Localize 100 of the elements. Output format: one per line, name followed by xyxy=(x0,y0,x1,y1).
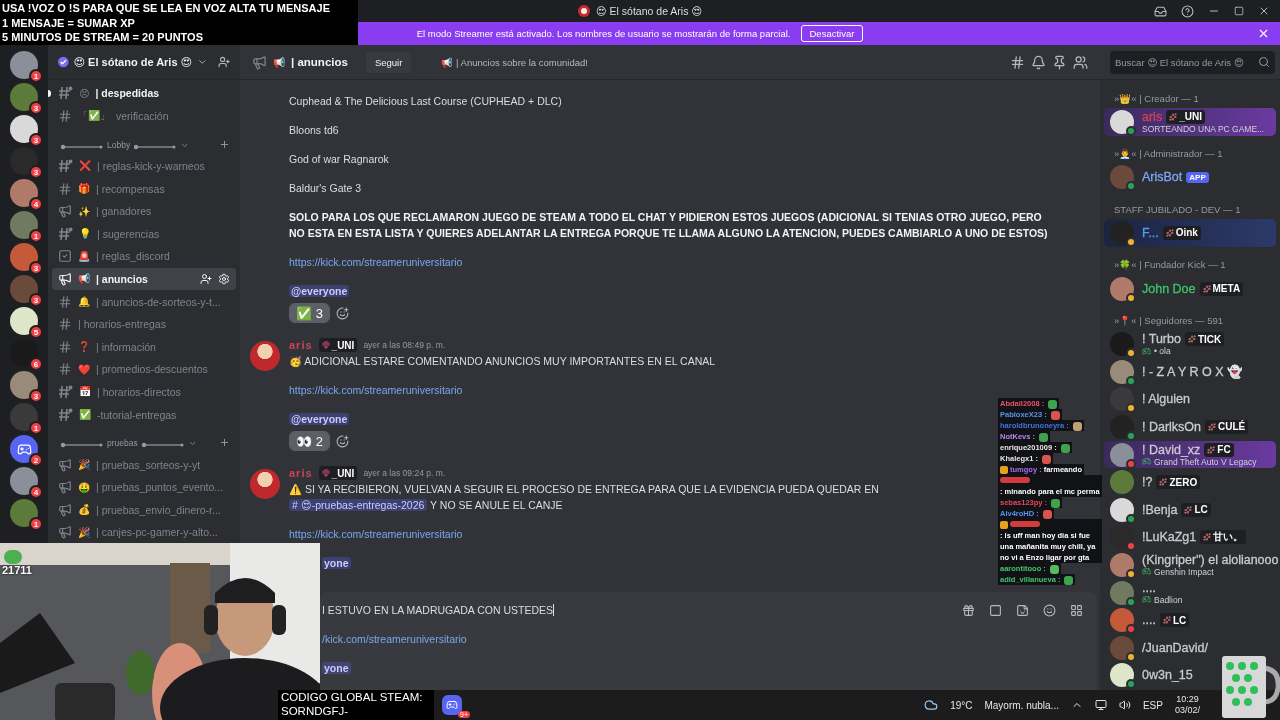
channel-item[interactable]: ✅ -tutorial-entregas xyxy=(52,403,236,426)
channel-link[interactable]: # 😍-pruebas-entregas-2026 xyxy=(289,499,428,511)
add-reaction-icon[interactable] xyxy=(335,434,349,448)
pin-icon[interactable] xyxy=(1052,54,1067,70)
everyone-mention[interactable]: yone xyxy=(322,557,351,569)
help-icon[interactable] xyxy=(1181,4,1194,18)
category-label[interactable]: pruebas xyxy=(107,438,138,449)
channel-item[interactable]: ❓ | información xyxy=(52,335,236,359)
gift-icon[interactable] xyxy=(962,603,975,617)
message-link[interactable]: https://kick.com/streameruniversitario xyxy=(289,256,463,268)
display-icon[interactable] xyxy=(1094,699,1107,711)
everyone-mention[interactable]: @everyone xyxy=(289,413,350,425)
message-link[interactable]: /kick.com/streameruniversitario xyxy=(322,633,467,645)
channel-item[interactable]: 🤑 | pruebas_puntos_evento... xyxy=(52,475,236,499)
bell-icon[interactable] xyxy=(1031,54,1046,70)
gamepad-icon xyxy=(1142,346,1151,356)
message-input[interactable]: I ESTUVO EN LA MADRUGADA CON USTEDES /kick.com/streameruniversitario yone xyxy=(320,592,1097,690)
settings-icon[interactable] xyxy=(218,272,230,285)
member-item[interactable]: F... Oink xyxy=(1104,219,1276,247)
clock[interactable]: 10:29 03/02/ xyxy=(1174,694,1200,716)
member-item[interactable]: (Kingriper") el alolianooo Genshin Impact xyxy=(1104,551,1276,579)
member-name: ! David_xz xyxy=(1142,442,1201,457)
member-item[interactable]: /JuanDavid/ xyxy=(1104,633,1276,662)
weather-icon xyxy=(924,698,939,712)
forecast-text[interactable]: Mayorm. nubla... xyxy=(984,699,1059,711)
search-field[interactable]: Buscar 😍 El sótano de Aris 😍 xyxy=(1110,50,1275,74)
sticker-icon[interactable] xyxy=(1016,603,1029,617)
notification-badge: 3 xyxy=(29,133,43,147)
category-label[interactable]: Lobby xyxy=(107,139,131,150)
add-channel-icon[interactable] xyxy=(219,437,230,449)
maximize-icon[interactable] xyxy=(1234,6,1244,16)
follow-button[interactable]: Seguir xyxy=(365,51,412,73)
banner-text: El modo Streamer está activado. Los nombres de usuario se mostrarán de forma parcial. xyxy=(416,28,791,39)
channel-item[interactable]: 「✅」 verificación xyxy=(52,104,236,128)
hash-icon xyxy=(58,86,73,101)
channel-emoji: 📢 xyxy=(273,56,285,68)
threads-icon[interactable] xyxy=(1010,54,1025,70)
member-item[interactable]: .... Badlion xyxy=(1104,578,1276,607)
channel-title: | anuncios xyxy=(291,56,348,68)
channel-name: | despedidas xyxy=(95,87,160,100)
channel-item[interactable]: 🎉 | pruebas_sorteos-y-yt xyxy=(52,453,236,476)
weather-text[interactable]: 19°C xyxy=(950,699,973,711)
member-item[interactable]: ! Alguien xyxy=(1104,385,1276,414)
reaction-button[interactable]: 👀 2 xyxy=(289,431,330,451)
invite-icon[interactable] xyxy=(200,272,212,285)
members-icon[interactable] xyxy=(1073,54,1088,70)
channel-name: verificación xyxy=(116,109,169,122)
message-link[interactable]: https://kick.com/streameruniversitario xyxy=(289,384,463,396)
member-item[interactable]: 0w3n_15 xyxy=(1104,661,1276,690)
language-indicator[interactable]: ESP xyxy=(1142,699,1163,711)
gamepad-icon xyxy=(16,441,32,457)
channel-topic: 📢 | Anuncios sobre la comunidad! xyxy=(441,56,588,68)
volume-icon[interactable] xyxy=(1118,699,1131,711)
hash-icon xyxy=(58,159,73,173)
close-icon[interactable] xyxy=(1257,27,1270,40)
invite-icon[interactable] xyxy=(217,55,230,69)
member-item[interactable]: ArisBot APP xyxy=(1104,163,1276,192)
channel-item[interactable]: 🎁 | recompensas xyxy=(52,177,236,200)
channel-item[interactable]: 🎉 | canjes-pc-gamer-y-alto... xyxy=(52,521,236,544)
member-item[interactable]: !Benja LC xyxy=(1104,495,1276,524)
tag-label: ZERO xyxy=(1169,476,1198,488)
member-item[interactable]: ! - Z A Y R O X 👻 xyxy=(1104,357,1276,386)
tag-label: LC xyxy=(1172,614,1187,626)
gamepad-icon xyxy=(1142,567,1151,577)
channel-item[interactable]: 💰 | pruebas_envio_dinero-r... xyxy=(52,498,236,522)
member-activity: Genshin Impact xyxy=(1154,566,1214,577)
channel-item[interactable]: 📅 | horarios-directos xyxy=(52,380,236,404)
disable-button[interactable]: Desactivar xyxy=(800,25,864,42)
channel-item[interactable]: 📢 | anuncios xyxy=(52,267,236,291)
member-item[interactable]: John Doe META xyxy=(1104,274,1276,303)
message-link[interactable]: https://kick.com/streameruniversitario xyxy=(289,528,463,540)
channel-item[interactable]: ❤ | promedios-descuentos xyxy=(52,358,236,381)
member-item[interactable]: !? ZERO xyxy=(1104,468,1276,496)
message-text: Bloons td6 xyxy=(289,124,339,136)
everyone-mention[interactable]: yone xyxy=(322,662,351,674)
add-reaction-icon[interactable] xyxy=(335,306,349,320)
everyone-mention[interactable]: @everyone xyxy=(289,285,350,297)
add-channel-icon[interactable] xyxy=(219,138,230,150)
channel-item[interactable]: 💡 | sugerencias xyxy=(52,222,236,246)
member-item[interactable]: ! Turbo TICK • ola xyxy=(1104,330,1276,358)
code-text: CODIGO GLOBAL STEAM: xyxy=(281,690,424,704)
emoji-icon[interactable] xyxy=(1043,603,1056,617)
inbox-icon[interactable] xyxy=(1154,4,1167,18)
member-item[interactable]: !LuKaZg1 甘い。 xyxy=(1104,523,1276,552)
taskbar-app[interactable] xyxy=(442,695,462,715)
reaction-button[interactable]: ✅ 3 xyxy=(289,303,330,323)
channel-item[interactable]: 🔔 | anuncios-de-sorteos-y-t... xyxy=(52,290,236,313)
channel-emoji: ❤ xyxy=(78,363,90,375)
member-item[interactable]: .... LC xyxy=(1104,606,1276,634)
channel-item[interactable]: 😣 | despedidas xyxy=(52,82,236,105)
channel-item[interactable]: ❌ | reglas-kick-y-warneos xyxy=(52,154,236,178)
channel-item[interactable]: ✨ | ganadores xyxy=(52,199,236,223)
member-item[interactable]: ! David_xz FC Grand Theft Auto V Legacy xyxy=(1104,440,1276,469)
apps-icon[interactable] xyxy=(1070,603,1083,617)
server-icon xyxy=(577,5,590,17)
channel-item[interactable]: | horarios-entregas xyxy=(52,312,236,336)
channel-item[interactable]: 🚨 | reglas_discord xyxy=(52,245,236,268)
channel-name: -tutorial-entregas xyxy=(97,408,177,421)
member-item[interactable]: aris _UNI SORTEANDO UNA PC GAME... xyxy=(1104,108,1276,136)
close-icon[interactable] xyxy=(1258,5,1270,17)
